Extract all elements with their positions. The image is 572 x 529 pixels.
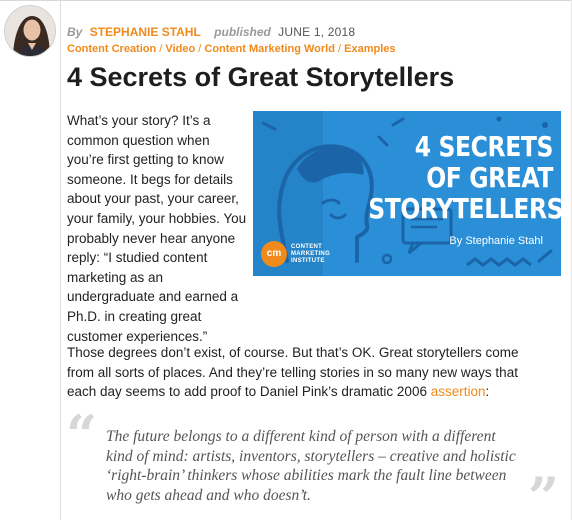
category-separator: / <box>338 43 342 55</box>
intro-paragraph: What’s your story? It’s a common questio… <box>67 113 247 344</box>
hero-title: 4 SECRETS OF GREAT STORYTELLERS <box>368 130 561 225</box>
hero-byline: By Stephanie Stahl <box>449 235 543 247</box>
category-link-content-marketing-world[interactable]: Content Marketing World <box>204 43 335 55</box>
hero-image: 4 SECRETS OF GREAT STORYTELLERS By Steph… <box>253 111 561 276</box>
cmi-logo-text: CONTENT MARKETING INSTITUTE <box>291 244 331 264</box>
hero-title-line: 4 SECRETS <box>414 130 554 163</box>
hero-title-line: OF GREAT <box>426 161 553 194</box>
body-paragraph-end: : <box>485 384 490 400</box>
top-divider <box>0 0 572 1</box>
author-avatar[interactable] <box>4 5 56 57</box>
category-link-content-creation[interactable]: Content Creation <box>67 43 156 55</box>
published-label: published <box>214 25 271 39</box>
category-link-video[interactable]: Video <box>165 43 195 55</box>
article-title: 4 Secrets of Great Storytellers <box>67 62 455 92</box>
body-paragraph: Those degrees don’t exist, of course. Bu… <box>67 343 547 402</box>
publish-date: JUNE 1, 2018 <box>278 25 356 39</box>
category-separator: / <box>198 43 202 55</box>
author-photo-icon <box>5 6 55 56</box>
author-link[interactable]: STEPHANIE STAHL <box>90 25 201 39</box>
category-separator: / <box>159 43 163 55</box>
open-quote-icon: “ <box>66 403 98 467</box>
by-label: By <box>67 25 83 39</box>
category-link-examples[interactable]: Examples <box>344 43 395 55</box>
pull-quote: The future belongs to a different kind o… <box>106 428 516 504</box>
byline: By STEPHANIE STAHL published JUNE 1, 201… <box>67 25 355 39</box>
left-gutter-divider <box>60 0 61 520</box>
close-quote-icon: ” <box>528 465 560 529</box>
assertion-link[interactable]: assertion <box>431 384 486 399</box>
cmi-logo-icon: cm <box>261 241 287 267</box>
category-list: Content Creation / Video / Content Marke… <box>67 43 396 56</box>
hero-title-line: STORYTELLERS <box>368 192 561 225</box>
